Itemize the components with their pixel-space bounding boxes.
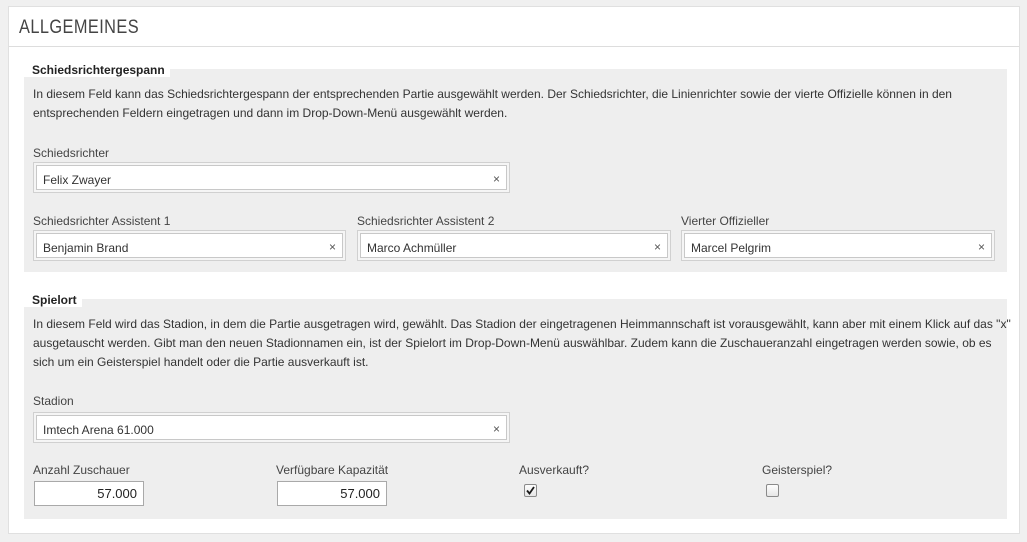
stadium-label: Stadion: [33, 394, 74, 408]
capacity-input[interactable]: 57.000: [277, 481, 387, 506]
referee-select-inner[interactable]: Felix Zwayer ×: [36, 165, 507, 190]
close-icon[interactable]: ×: [654, 240, 661, 254]
close-icon[interactable]: ×: [329, 240, 336, 254]
fourth-official-select-inner[interactable]: Marcel Pelgrim ×: [684, 233, 992, 258]
close-icon[interactable]: ×: [493, 422, 500, 436]
spectators-label: Anzahl Zuschauer: [33, 463, 130, 477]
stadium-select-inner[interactable]: Imtech Arena 61.000 ×: [36, 415, 507, 440]
referee-select[interactable]: Felix Zwayer ×: [33, 162, 510, 193]
venue-fieldset: Spielort In diesem Feld wird das Stadion…: [23, 293, 1011, 519]
referees-fieldset: Schiedsrichtergespann In diesem Feld kan…: [23, 63, 1007, 272]
assistant1-select[interactable]: Benjamin Brand ×: [33, 230, 346, 261]
panel-title: ALLGEMEINES: [19, 17, 140, 38]
referees-description: In diesem Feld kann das Schiedsrichterge…: [33, 87, 952, 120]
close-icon[interactable]: ×: [978, 240, 985, 254]
referee-label: Schiedsrichter: [33, 146, 110, 160]
assistant2-select-inner[interactable]: Marco Achmüller ×: [360, 233, 668, 258]
stadium-select[interactable]: Imtech Arena 61.000 ×: [33, 412, 510, 443]
panel-header: ALLGEMEINES: [9, 7, 1019, 47]
general-panel: ALLGEMEINES Schiedsrichtergespann In die…: [8, 6, 1020, 534]
ghost-game-label: Geisterspiel?: [762, 463, 833, 477]
assistant1-select-inner[interactable]: Benjamin Brand ×: [36, 233, 343, 258]
venue-description: In diesem Feld wird das Stadion, in dem …: [33, 317, 1011, 369]
fourth-official-value: Marcel Pelgrim: [691, 241, 772, 255]
spectators-input[interactable]: 57.000: [34, 481, 144, 506]
checkmark-icon: [526, 486, 535, 495]
sold-out-checkbox[interactable]: [524, 484, 537, 497]
ghost-game-checkbox[interactable]: [766, 484, 779, 497]
stadium-value: Imtech Arena 61.000: [43, 423, 154, 437]
referee-value: Felix Zwayer: [43, 173, 112, 187]
assistant1-label: Schiedsrichter Assistent 1: [33, 214, 171, 228]
assistant2-select[interactable]: Marco Achmüller ×: [357, 230, 671, 261]
close-icon[interactable]: ×: [493, 172, 500, 186]
fourth-official-label: Vierter Offizieller: [681, 214, 770, 228]
assistant2-value: Marco Achmüller: [367, 241, 457, 255]
venue-legend: Spielort: [23, 293, 82, 307]
assistant1-value: Benjamin Brand: [43, 241, 129, 255]
capacity-label: Verfügbare Kapazität: [276, 463, 389, 477]
assistant2-label: Schiedsrichter Assistent 2: [357, 214, 495, 228]
fourth-official-select[interactable]: Marcel Pelgrim ×: [681, 230, 995, 261]
sold-out-label: Ausverkauft?: [519, 463, 590, 477]
referees-legend: Schiedsrichtergespann: [23, 63, 170, 77]
